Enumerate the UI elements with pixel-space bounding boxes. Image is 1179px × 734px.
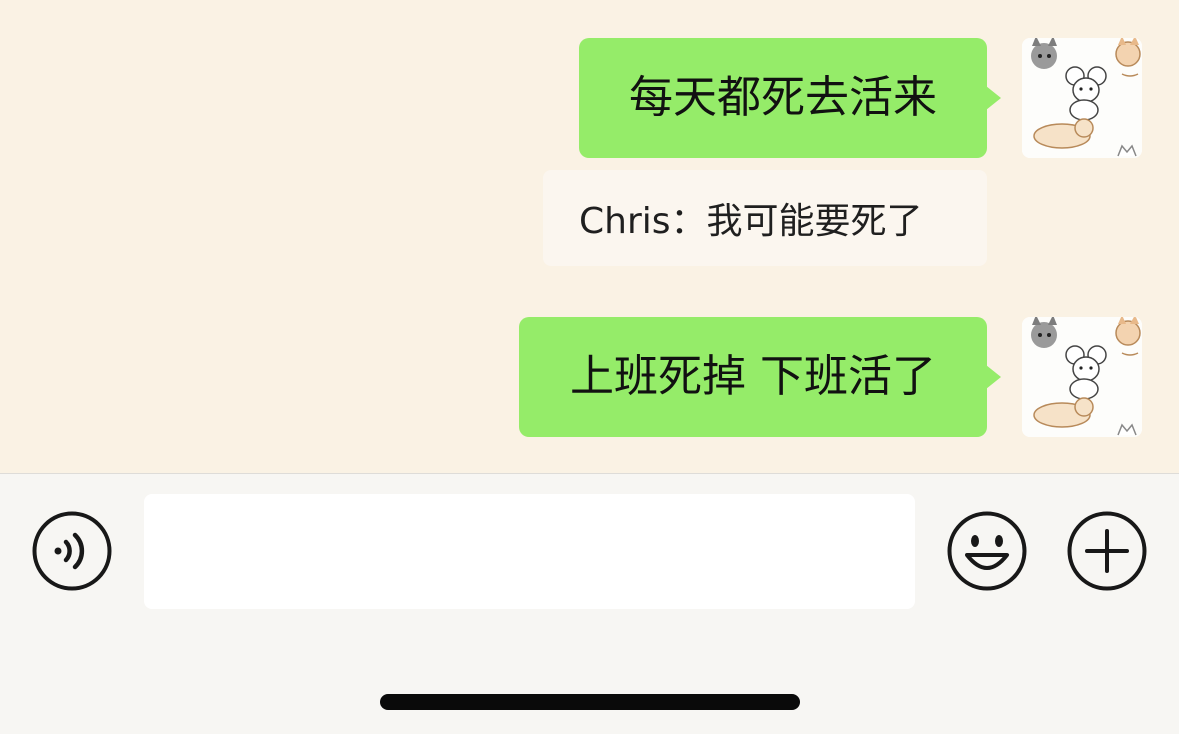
avatar-self-2[interactable]: [1022, 317, 1142, 437]
voice-icon: [32, 511, 112, 591]
avatar-self-1[interactable]: [1022, 38, 1142, 158]
cats-sticker-avatar-image: [1022, 317, 1142, 437]
emoji-button[interactable]: [947, 511, 1027, 591]
message-text-2: 上班死掉 下班活了: [570, 351, 936, 402]
more-button[interactable]: [1067, 511, 1147, 591]
voice-button[interactable]: [32, 511, 112, 591]
message-text-1: 每天都死去活来: [629, 72, 937, 123]
plus-icon: [1067, 511, 1147, 591]
cats-sticker-avatar-image: [1022, 38, 1142, 158]
message-bubble-1[interactable]: 每天都死去活来: [579, 38, 1001, 158]
home-indicator[interactable]: [380, 694, 800, 710]
message-input[interactable]: [144, 494, 915, 609]
message-bubble-2[interactable]: 上班死掉 下班活了: [519, 317, 1001, 437]
chat-area[interactable]: 每天都死去活来 Chris：我可能要死了 上班死掉 下班活了: [0, 0, 1179, 473]
emoji-icon: [947, 511, 1027, 591]
quoted-message[interactable]: Chris：我可能要死了: [543, 170, 987, 266]
quoted-message-text: Chris：我可能要死了: [579, 201, 923, 242]
